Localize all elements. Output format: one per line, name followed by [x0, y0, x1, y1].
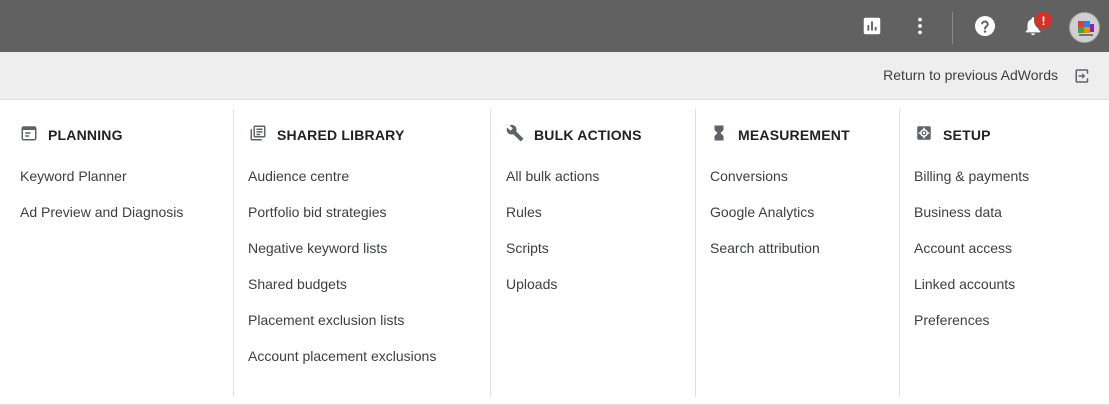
- menu-item-keyword-planner[interactable]: Keyword Planner: [20, 166, 183, 202]
- wrench-icon: [506, 124, 524, 147]
- menu-item-all-bulk-actions[interactable]: All bulk actions: [506, 166, 599, 202]
- top-app-bar: !: [0, 0, 1109, 52]
- measurement-title: MEASUREMENT: [738, 127, 850, 143]
- measurement-column: MEASUREMENT Conversions Google Analytics…: [695, 109, 899, 397]
- menu-item-uploads[interactable]: Uploads: [506, 274, 599, 310]
- sub-bar: Return to previous AdWords: [0, 52, 1109, 100]
- reports-icon[interactable]: [858, 12, 886, 40]
- menu-item-negative-keyword-lists[interactable]: Negative keyword lists: [248, 238, 436, 274]
- menu-item-placement-exclusion-lists[interactable]: Placement exclusion lists: [248, 310, 436, 346]
- calendar-icon: [20, 124, 38, 147]
- planning-column: PLANNING Keyword Planner Ad Preview and …: [0, 109, 233, 397]
- exit-icon[interactable]: [1074, 67, 1092, 85]
- more-vert-icon[interactable]: [906, 12, 934, 40]
- menu-item-ad-preview[interactable]: Ad Preview and Diagnosis: [20, 202, 183, 238]
- menu-item-conversions[interactable]: Conversions: [710, 166, 820, 202]
- library-icon: [249, 124, 267, 147]
- menu-item-billing-payments[interactable]: Billing & payments: [914, 166, 1029, 202]
- settings-icon: [915, 124, 933, 147]
- menu-item-portfolio-bid-strategies[interactable]: Portfolio bid strategies: [248, 202, 436, 238]
- setup-column: SETUP Billing & payments Business data A…: [899, 109, 1109, 397]
- menu-item-google-analytics[interactable]: Google Analytics: [710, 202, 820, 238]
- menu-item-account-placement-exclusions[interactable]: Account placement exclusions: [248, 346, 436, 382]
- shared-library-title: SHARED LIBRARY: [277, 127, 405, 143]
- shared-library-column: SHARED LIBRARY Audience centre Portfolio…: [233, 109, 490, 397]
- menu-item-shared-budgets[interactable]: Shared budgets: [248, 274, 436, 310]
- menu-item-scripts[interactable]: Scripts: [506, 238, 599, 274]
- menu-item-search-attribution[interactable]: Search attribution: [710, 238, 820, 274]
- shared-library-header: SHARED LIBRARY: [249, 125, 405, 145]
- menu-item-preferences[interactable]: Preferences: [914, 310, 1029, 346]
- hourglass-icon: [710, 124, 728, 147]
- bulk-actions-column: BULK ACTIONS All bulk actions Rules Scri…: [490, 109, 695, 397]
- topbar-divider: [952, 12, 953, 44]
- menu-item-audience-centre[interactable]: Audience centre: [248, 166, 436, 202]
- return-to-previous-link[interactable]: Return to previous AdWords: [883, 67, 1058, 83]
- avatar[interactable]: [1069, 12, 1100, 43]
- menu-item-linked-accounts[interactable]: Linked accounts: [914, 274, 1029, 310]
- help-icon[interactable]: [971, 12, 999, 40]
- bulk-actions-title: BULK ACTIONS: [534, 127, 642, 143]
- setup-header: SETUP: [915, 125, 991, 145]
- menu-item-business-data[interactable]: Business data: [914, 202, 1029, 238]
- bulk-actions-header: BULK ACTIONS: [506, 124, 642, 147]
- setup-title: SETUP: [943, 127, 991, 143]
- menu-item-rules[interactable]: Rules: [506, 202, 599, 238]
- menu-item-account-access[interactable]: Account access: [914, 238, 1029, 274]
- notification-badge: !: [1034, 11, 1053, 30]
- planning-header: PLANNING: [20, 125, 123, 145]
- measurement-header: MEASUREMENT: [710, 125, 850, 145]
- planning-title: PLANNING: [48, 127, 123, 143]
